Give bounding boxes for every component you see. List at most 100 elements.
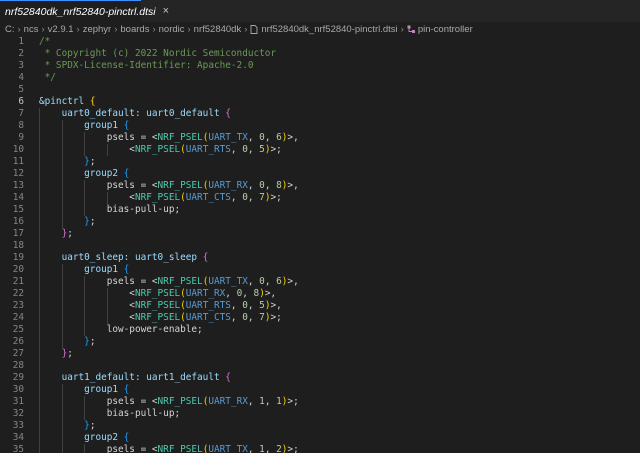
code-line[interactable]: 32 bias-pull-up; [0,408,640,420]
close-icon[interactable]: × [163,6,169,17]
code-line[interactable]: 20 group1 { [0,264,640,276]
code-line[interactable]: 14 <NRF_PSEL(UART_CTS, 0, 7)>; [0,192,640,204]
code-line[interactable]: 1 /* [0,36,640,48]
breadcrumb-item[interactable]: boards [120,24,149,35]
code-token: uart0_sleep: uart0_sleep [61,252,203,263]
code-line[interactable]: 18 [0,240,640,252]
code-token: , [247,312,260,323]
code-line[interactable]: 33 }; [0,420,640,432]
code-token: psels = < [39,444,158,453]
breadcrumb-item[interactable]: nordic [159,24,185,35]
code-line[interactable]: 21 psels = <NRF_PSEL(UART_TX, 0, 6)>, [0,276,640,288]
breadcrumb-label: nrf52840dk_nrf52840-pinctrl.dtsi [261,23,398,35]
code-text: <NRF_PSEL(UART_CTS, 0, 7)>; [39,192,281,204]
code-token: NRF_PSEL [157,132,203,143]
code-token: >; [270,144,282,155]
indent-guide [39,108,40,453]
code-token: , [230,300,243,311]
code-token: >, [287,132,299,143]
code-token: , [247,180,260,191]
code-editor[interactable]: 1/* 2 * Copyright (c) 2022 Nordic Semicon… [0,36,640,453]
line-number: 30 [12,384,24,395]
line-number: 15 [12,204,24,215]
breadcrumb-item[interactable]: nrf52840dk_nrf52840-pinctrl.dtsi [250,23,398,35]
code-text: <NRF_PSEL(UART_RTS, 0, 5)>; [39,144,282,156]
code-line[interactable]: 6 &pinctrl { [0,96,640,108]
code-token: group2 [84,168,124,179]
line-number: 21 [12,276,24,287]
code-line[interactable]: 13 psels = <NRF_PSEL(UART_RX, 0, 8)>, [0,180,640,192]
code-line[interactable]: 28 [0,360,640,372]
code-line[interactable]: 10 <NRF_PSEL(UART_RTS, 0, 5)>; [0,144,640,156]
line-number: 35 [12,444,24,453]
code-line[interactable]: 7 uart0_default: uart0_default { [0,108,640,120]
code-token: { [123,384,130,395]
code-text: uart0_default: uart0_default { [39,108,231,120]
breadcrumb-item[interactable]: pin-controller [407,24,473,35]
code-token: low-power-enable; [39,324,203,335]
code-line[interactable]: 2 * Copyright (c) 2022 Nordic Semiconduc… [0,48,640,60]
code-line[interactable]: 12 group2 { [0,168,640,180]
code-line[interactable]: 22 <NRF_PSEL(UART_RX, 0, 8)>, [0,288,640,300]
code-line[interactable]: 35 psels = <NRF_PSEL(UART_TX, 1, 2)>; [0,444,640,453]
chevron-right-icon: › [187,23,191,35]
code-line[interactable]: 16 }; [0,216,640,228]
code-token: /* [39,36,51,47]
code-token: , [247,444,260,453]
code-line[interactable]: 25 low-power-enable; [0,324,640,336]
line-number: 33 [12,420,24,431]
line-number: 5 [18,84,24,95]
code-line[interactable]: 26 }; [0,336,640,348]
code-line[interactable]: 9 psels = <NRF_PSEL(UART_TX, 0, 6)>, [0,132,640,144]
code-token: ; [89,216,96,227]
code-token: >; [287,444,299,453]
breadcrumb-item[interactable]: v2.9.1 [48,24,74,35]
tab-filename[interactable]: nrf52840dk_nrf52840-pinctrl.dtsi [5,6,156,18]
code-line[interactable]: 5 [0,84,640,96]
code-line[interactable]: 29 uart1_default: uart1_default { [0,372,640,384]
line-number: 34 [12,432,24,443]
breadcrumb-item[interactable]: zephyr [83,24,112,35]
code-text: psels = <NRF_PSEL(UART_TX, 0, 6)>, [39,276,299,288]
code-text: * Copyright (c) 2022 Nordic Semiconducto… [39,48,276,60]
code-line[interactable]: 15 bias-pull-up; [0,204,640,216]
code-token: , [225,288,237,299]
code-line[interactable]: 3 * SPDX-License-Identifier: Apache-2.0 [0,60,640,72]
code-line[interactable]: 11 }; [0,156,640,168]
code-line[interactable]: 24 <NRF_PSEL(UART_CTS, 0, 7)>; [0,312,640,324]
breadcrumb-item[interactable]: ncs [24,24,39,35]
code-line[interactable]: 17 }; [0,228,640,240]
code-line[interactable]: 30 group1 { [0,384,640,396]
code-token: NRF_PSEL [134,288,181,299]
code-line[interactable]: 31 psels = <NRF_PSEL(UART_RX, 1, 1)>; [0,396,640,408]
code-line[interactable]: 27 }; [0,348,640,360]
chevron-right-icon: › [114,23,118,35]
breadcrumb: C: › ncs › v2.9.1 › zephyr › boards › nordic › nrf52… [0,22,640,36]
code-token: , [247,300,260,311]
code-token: NRF_PSEL [157,444,203,453]
code-text: group1 { [39,120,129,132]
code-token: group2 [84,432,124,443]
chevron-right-icon: › [152,23,156,35]
code-token: UART_RTS [185,300,231,311]
breadcrumb-label: nordic [158,23,185,35]
breadcrumb-item[interactable]: C: [5,24,15,35]
code-line[interactable]: 34 group2 { [0,432,640,444]
code-token: { [123,120,130,131]
code-line[interactable]: 4 */ [0,72,640,84]
breadcrumb-label: v2.9.1 [47,23,74,35]
code-line[interactable]: 19 uart0_sleep: uart0_sleep { [0,252,640,264]
line-number: 9 [18,132,24,143]
code-token: ; [67,348,73,359]
code-text: }; [39,228,73,240]
code-token: UART_RX [208,396,248,407]
code-token: uart1_default: uart1_default [61,372,226,383]
editor-tab[interactable]: nrf52840dk_nrf52840-pinctrl.dtsi × [0,0,169,22]
code-line[interactable]: 8 group1 { [0,120,640,132]
code-line[interactable]: 23 <NRF_PSEL(UART_RTS, 0, 5)>, [0,300,640,312]
code-text: psels = <NRF_PSEL(UART_RX, 0, 8)>, [39,180,299,192]
breadcrumb-item[interactable]: nrf52840dk [194,24,242,35]
indent-guide [106,144,108,156]
line-number: 4 [18,72,24,83]
